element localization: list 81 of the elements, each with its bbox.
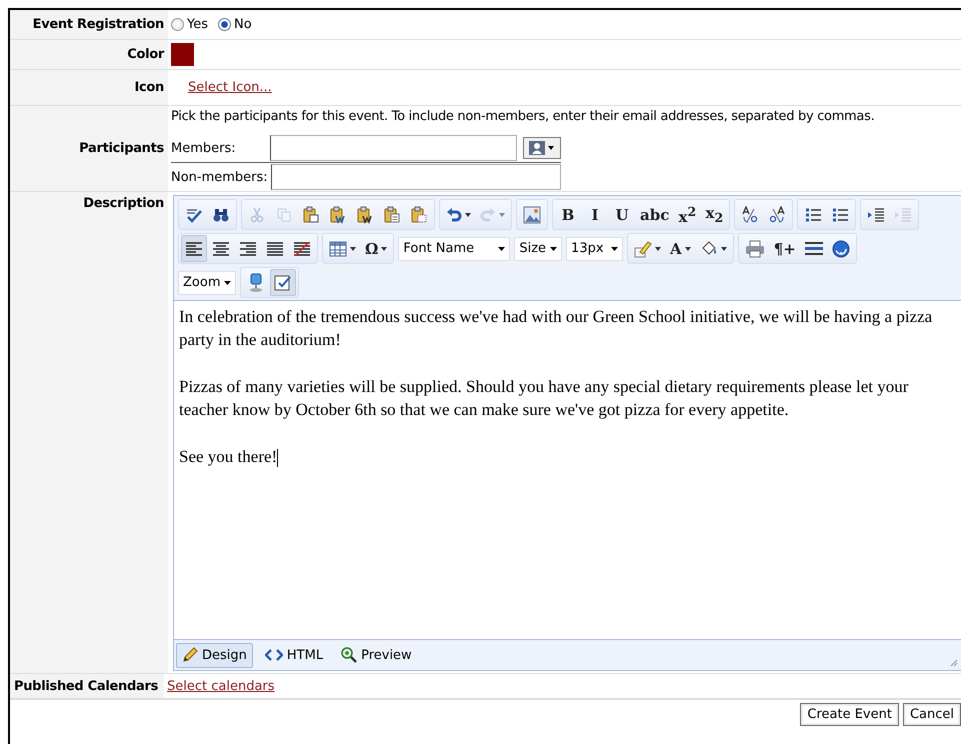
horizontal-rule-icon <box>804 242 823 256</box>
radio-button[interactable] <box>171 18 184 31</box>
pencil-icon <box>182 647 198 663</box>
toolbar-button[interactable]: A <box>666 235 695 262</box>
magnifier-icon <box>341 647 358 663</box>
clipboard-icon <box>383 206 401 224</box>
paragraph: In celebration of the tremendous success we've had with our Green School initiative, we will be having a pizza party in the auditorium! <box>179 306 934 351</box>
select-calendars-link[interactable]: Select calendars <box>167 678 275 694</box>
paragraph: Pizzas of many varieties will be supplied. Should you have any special dietary requirements please let your teacher know by October 6th so that we can make sure we've got pizza for every appetite. <box>179 376 910 421</box>
members-field[interactable] <box>270 135 517 161</box>
field-label: Participants <box>10 106 168 191</box>
editor-content[interactable] <box>174 300 961 640</box>
dropdown-select[interactable]: Zoom <box>178 270 236 294</box>
scissors-icon <box>249 206 265 222</box>
image-icon <box>523 206 541 224</box>
align-right-icon <box>240 242 256 256</box>
toolbar-button[interactable]: x$_{2}$ <box>701 201 728 228</box>
code-icon <box>264 649 283 661</box>
mode-tab[interactable]: HTML <box>258 642 330 668</box>
remove-alignment-icon <box>294 242 310 256</box>
toolbar-button[interactable]: x$^{2}$ <box>674 201 700 228</box>
checked-box-icon <box>274 274 292 292</box>
radio-button[interactable] <box>218 18 231 31</box>
align-center-icon <box>213 242 229 256</box>
caret-icon <box>550 246 558 250</box>
toolbar-button[interactable]: Ω <box>361 235 392 262</box>
align-left-icon <box>186 242 202 256</box>
toolbar-button[interactable]: ¶+ <box>770 235 800 262</box>
field-label: Non-members: <box>171 170 269 184</box>
indent-icon <box>867 206 886 222</box>
justify-icon <box>267 242 283 256</box>
resize-grip-icon <box>950 659 958 667</box>
toolbar-button[interactable] <box>270 269 296 296</box>
copy-icon <box>276 206 292 222</box>
toolbar-button[interactable]: B <box>555 201 581 228</box>
undo-icon <box>446 206 462 222</box>
clipboard-icon <box>410 206 428 224</box>
bullet-list-icon <box>831 206 850 222</box>
redo-icon <box>480 206 496 222</box>
clipboard-icon <box>329 206 347 224</box>
text-direction-icon <box>768 206 786 224</box>
spellcheck-icon <box>185 206 203 222</box>
clipboard-icon <box>356 206 374 224</box>
field-label: Icon <box>10 70 168 105</box>
field-label: Published Calendars <box>10 674 164 698</box>
toolbar-button[interactable]: I <box>582 201 608 228</box>
contact-picker-button[interactable] <box>523 137 561 159</box>
outdent-icon <box>894 206 912 222</box>
dropdown-select[interactable]: Font Name <box>398 236 510 260</box>
field-label: Color <box>10 40 168 69</box>
table-icon <box>329 240 347 256</box>
paragraph: See you there! <box>179 446 280 468</box>
caret-icon <box>611 246 618 250</box>
toolbar-button[interactable]: U <box>609 201 635 228</box>
ordered-list-icon <box>804 206 822 222</box>
printer-icon <box>744 240 765 258</box>
field-label: Event Registration <box>10 10 168 39</box>
hint-text: Pick the participants for this event. To include non-members, enter their email addresses, separated by commas. <box>171 109 874 126</box>
mode-tab[interactable]: Preview <box>335 642 418 668</box>
color-swatch[interactable] <box>171 43 194 66</box>
radio-label: No <box>234 17 252 32</box>
monitor-icon <box>248 272 264 292</box>
dropdown-select[interactable]: 13px <box>566 236 624 260</box>
caret-icon <box>224 280 232 284</box>
binoculars-icon <box>212 206 230 222</box>
toolbar-button[interactable]: abc <box>636 201 674 228</box>
field-label: Members: <box>171 140 237 156</box>
dropdown-select[interactable]: Size <box>514 236 562 260</box>
radio-label: Yes <box>187 17 208 32</box>
text-direction-icon <box>741 206 760 224</box>
highlighter-icon <box>634 240 652 258</box>
caret-icon <box>498 246 506 250</box>
field-label: Description <box>10 192 168 673</box>
toolbar-button[interactable] <box>181 235 207 262</box>
action-button[interactable]: Create Event <box>800 703 899 726</box>
mode-tab[interactable]: Design <box>176 642 253 668</box>
select-icon-link[interactable]: Select Icon... <box>188 80 272 95</box>
paint-bucket-icon <box>700 240 718 258</box>
clipboard-icon <box>302 206 320 224</box>
non-members-field[interactable] <box>271 164 561 190</box>
action-button[interactable]: Cancel <box>902 703 961 726</box>
